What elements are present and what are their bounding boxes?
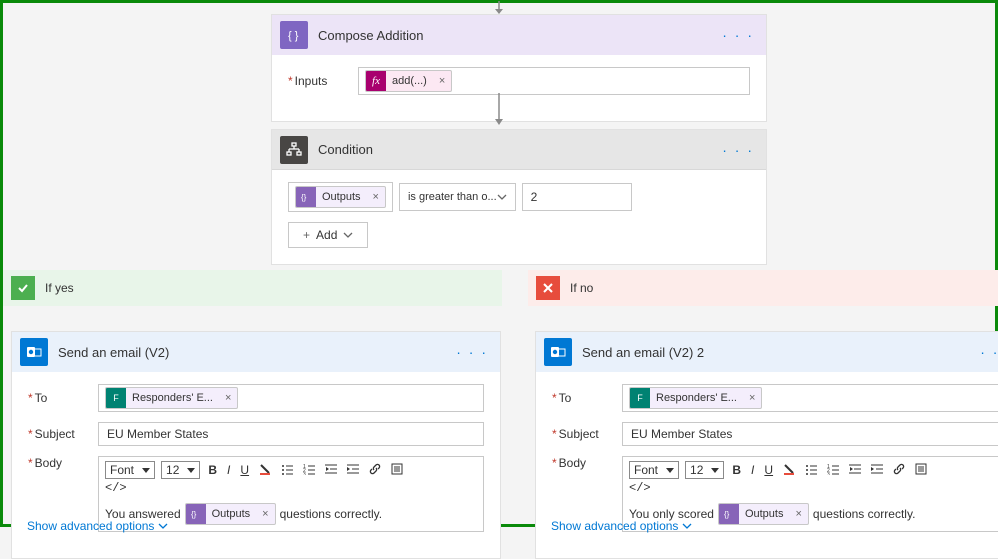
remove-token-icon[interactable]: × xyxy=(433,75,451,87)
connector-mid xyxy=(492,93,506,127)
svg-text:{}: {} xyxy=(191,510,197,519)
subject-input[interactable]: EU Member States xyxy=(622,422,998,446)
condition-menu[interactable]: · · · xyxy=(718,142,758,158)
no-action-header[interactable]: Send an email (V2) 2 · · · xyxy=(536,332,998,372)
chevron-down-icon xyxy=(343,230,353,240)
indent-button[interactable] xyxy=(869,463,885,478)
code-view-button[interactable]: </> xyxy=(105,481,477,495)
remove-token-icon[interactable]: × xyxy=(367,191,385,203)
compose-title: Compose Addition xyxy=(318,28,708,43)
to-label: *To xyxy=(28,391,98,405)
italic-button[interactable]: I xyxy=(225,463,232,477)
compose-card[interactable]: { } Compose Addition · · · *Inputs fx ad… xyxy=(271,14,767,122)
outputs-token[interactable]: {} Outputs × xyxy=(185,503,276,525)
condition-icon xyxy=(280,136,308,164)
if-no-header: If no xyxy=(528,270,998,306)
color-button[interactable] xyxy=(257,463,273,478)
bold-button[interactable]: B xyxy=(206,463,219,477)
subject-label: *Subject xyxy=(28,427,98,441)
dynamic-content-icon: {} xyxy=(296,187,316,207)
bullet-list-button[interactable] xyxy=(803,463,819,478)
show-advanced-yes[interactable]: Show advanced options xyxy=(27,519,168,533)
code-view-button[interactable]: </> xyxy=(629,481,998,495)
number-list-button[interactable]: 123 xyxy=(825,463,841,478)
font-size-select[interactable]: 12 xyxy=(685,461,724,479)
svg-text:3: 3 xyxy=(303,472,306,475)
add-condition-button[interactable]: + Add xyxy=(288,222,368,248)
chevron-down-icon xyxy=(497,192,507,202)
connector-top xyxy=(492,1,506,15)
outlook-icon xyxy=(20,338,48,366)
bold-button[interactable]: B xyxy=(730,463,743,477)
yes-action-header[interactable]: Send an email (V2) · · · xyxy=(12,332,500,372)
underline-button[interactable]: U xyxy=(762,463,775,477)
bullet-list-button[interactable] xyxy=(279,463,295,478)
responders-email-token[interactable]: F Responders' E... × xyxy=(629,387,762,409)
remove-token-icon[interactable]: × xyxy=(743,392,761,404)
svg-text:{}: {} xyxy=(301,193,307,202)
fx-icon: fx xyxy=(366,71,386,91)
link-button[interactable] xyxy=(367,463,383,478)
body-label: *Body xyxy=(552,456,622,470)
color-button[interactable] xyxy=(781,463,797,478)
show-advanced-no[interactable]: Show advanced options xyxy=(551,519,692,533)
outdent-button[interactable] xyxy=(323,463,339,478)
underline-button[interactable]: U xyxy=(238,463,251,477)
condition-value-input[interactable]: 2 xyxy=(522,183,632,211)
plus-icon: + xyxy=(303,228,310,242)
close-icon xyxy=(536,276,560,300)
no-action-title: Send an email (V2) 2 xyxy=(582,345,966,360)
dynamic-content-icon: {} xyxy=(719,504,739,524)
inputs-field[interactable]: fx add(...) × xyxy=(358,67,750,95)
condition-card[interactable]: Condition · · · {} Outputs × is greater … xyxy=(271,129,767,265)
svg-text:{}: {} xyxy=(724,510,730,519)
body-label: *Body xyxy=(28,456,98,470)
condition-title: Condition xyxy=(318,142,708,157)
no-action-menu[interactable]: · · · xyxy=(976,344,998,360)
yes-action-menu[interactable]: · · · xyxy=(452,344,492,360)
link-button[interactable] xyxy=(891,463,907,478)
font-select[interactable]: Font xyxy=(629,461,679,479)
compose-icon: { } xyxy=(280,21,308,49)
chevron-down-icon xyxy=(158,521,168,531)
to-field[interactable]: F Responders' E... × xyxy=(622,384,998,412)
indent-button[interactable] xyxy=(345,463,361,478)
remove-token-icon[interactable]: × xyxy=(789,508,807,520)
outputs-token[interactable]: {} Outputs × xyxy=(295,186,386,208)
subject-input[interactable]: EU Member States xyxy=(98,422,484,446)
svg-text:3: 3 xyxy=(827,472,830,475)
inputs-label: *Inputs xyxy=(288,74,358,88)
more-button[interactable] xyxy=(389,463,405,478)
check-icon xyxy=(11,276,35,300)
to-field[interactable]: F Responders' E... × xyxy=(98,384,484,412)
to-label: *To xyxy=(552,391,622,405)
if-yes-header: If yes xyxy=(3,270,502,306)
responders-email-token[interactable]: F Responders' E... × xyxy=(105,387,238,409)
chevron-down-icon xyxy=(682,521,692,531)
outlook-icon xyxy=(544,338,572,366)
compose-header[interactable]: { } Compose Addition · · · xyxy=(272,15,766,55)
forms-icon: F xyxy=(106,388,126,408)
remove-token-icon[interactable]: × xyxy=(219,392,237,404)
condition-left-operand[interactable]: {} Outputs × xyxy=(288,182,393,212)
font-size-select[interactable]: 12 xyxy=(161,461,200,479)
svg-text:{ }: { } xyxy=(288,30,299,42)
number-list-button[interactable]: 123 xyxy=(301,463,317,478)
compose-menu[interactable]: · · · xyxy=(718,27,758,43)
italic-button[interactable]: I xyxy=(749,463,756,477)
yes-action-title: Send an email (V2) xyxy=(58,345,442,360)
remove-token-icon[interactable]: × xyxy=(256,508,274,520)
condition-operator-select[interactable]: is greater than o... xyxy=(399,183,516,211)
outdent-button[interactable] xyxy=(847,463,863,478)
subject-label: *Subject xyxy=(552,427,622,441)
condition-header[interactable]: Condition · · · xyxy=(272,130,766,170)
font-select[interactable]: Font xyxy=(105,461,155,479)
outputs-token[interactable]: {} Outputs × xyxy=(718,503,809,525)
fx-expression-token[interactable]: fx add(...) × xyxy=(365,70,452,92)
forms-icon: F xyxy=(630,388,650,408)
dynamic-content-icon: {} xyxy=(186,504,206,524)
more-button[interactable] xyxy=(913,463,929,478)
